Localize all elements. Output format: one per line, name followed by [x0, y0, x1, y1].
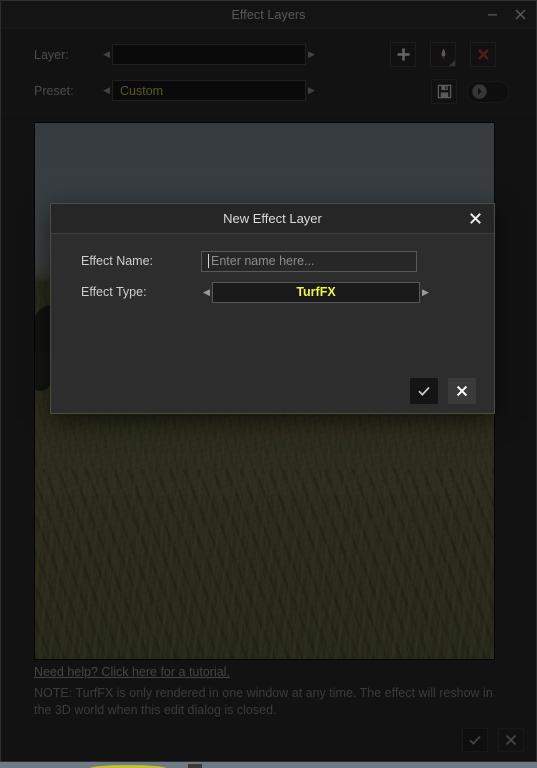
cross-icon: [456, 385, 468, 397]
preset-label: Preset:: [34, 83, 74, 98]
dialog-close-button[interactable]: [462, 204, 488, 233]
window-cancel-button[interactable]: [498, 728, 524, 752]
dialog-body: Effect Name: Enter name here... Effect T…: [51, 234, 494, 369]
preset-prev-arrow[interactable]: ◀: [101, 86, 112, 95]
new-effect-layer-dialog: New Effect Layer Effect Name: Enter name…: [50, 203, 495, 414]
effect-type-field[interactable]: TurfFX: [212, 281, 420, 303]
delete-layer-button[interactable]: [470, 42, 496, 67]
paint-layer-button[interactable]: [430, 42, 456, 67]
add-layer-button[interactable]: [390, 42, 416, 67]
layer-button-group: [390, 42, 496, 67]
minimize-icon[interactable]: [478, 1, 506, 28]
cross-icon: [505, 734, 517, 746]
save-preset-icon: [437, 84, 451, 99]
effect-type-row: Effect Type: ◀ TurfFX ▶: [51, 279, 494, 305]
turffx-note: NOTE: TurfFX is only rendered in one win…: [34, 686, 493, 717]
text-caret-icon: [208, 254, 209, 268]
layer-spinner[interactable]: ◀ ▶: [101, 44, 317, 65]
effect-name-row: Effect Name: Enter name here...: [51, 248, 494, 274]
close-icon[interactable]: [506, 1, 534, 28]
preset-row: Preset: ◀ Custom ▶: [1, 77, 536, 104]
save-preset-button[interactable]: [431, 79, 457, 104]
effect-type-label: Effect Type:: [81, 285, 147, 299]
delete-layer-icon: [477, 49, 489, 60]
layer-field[interactable]: [112, 44, 306, 65]
dialog-titlebar: New Effect Layer: [51, 204, 494, 234]
apply-preset-button[interactable]: [467, 80, 509, 103]
window-titlebar: Effect Layers: [1, 1, 536, 29]
layer-label: Layer:: [34, 47, 69, 62]
preset-next-arrow[interactable]: ▶: [306, 86, 317, 95]
layer-next-arrow[interactable]: ▶: [306, 50, 317, 59]
check-icon: [469, 735, 481, 745]
footer-text-area: Need help? Click here for a tutorial. NO…: [1, 660, 536, 719]
effect-name-input[interactable]: Enter name here...: [201, 250, 417, 272]
preset-spinner[interactable]: ◀ Custom ▶: [101, 80, 317, 101]
dialog-title: New Effect Layer: [223, 211, 322, 226]
layer-form-area: Layer: ◀ ▶ Preset: ◀ Custom ▶: [1, 29, 536, 114]
dialog-accept-button[interactable]: [410, 378, 438, 404]
effect-type-spinner[interactable]: ◀ TurfFX ▶: [201, 281, 431, 303]
apply-preset-icon: [472, 84, 487, 99]
window-controls: [478, 1, 534, 28]
close-icon: [469, 213, 481, 224]
dialog-footer-buttons: [51, 369, 494, 413]
preset-field[interactable]: Custom: [112, 80, 306, 101]
window-footer-buttons: [1, 719, 536, 761]
effect-name-label: Effect Name:: [81, 254, 154, 268]
background-element-icon: [188, 764, 202, 768]
preview-grass-foreground: [35, 469, 494, 659]
preset-button-group: [431, 79, 509, 104]
layer-row: Layer: ◀ ▶: [1, 41, 536, 68]
add-layer-icon: [397, 48, 409, 61]
effect-type-prev-arrow[interactable]: ◀: [201, 287, 212, 297]
effect-name-placeholder: Enter name here...: [211, 254, 315, 268]
effect-type-next-arrow[interactable]: ▶: [420, 287, 431, 297]
layer-prev-arrow[interactable]: ◀: [101, 50, 112, 59]
dialog-cancel-button[interactable]: [448, 378, 476, 404]
window-accept-button[interactable]: [462, 728, 488, 752]
window-title: Effect Layers: [231, 7, 306, 22]
paint-dropdown-corner-icon[interactable]: [449, 60, 455, 66]
background-app-strip: [0, 762, 537, 768]
tutorial-link[interactable]: Need help? Click here for a tutorial.: [34, 665, 230, 679]
check-icon: [418, 386, 430, 396]
